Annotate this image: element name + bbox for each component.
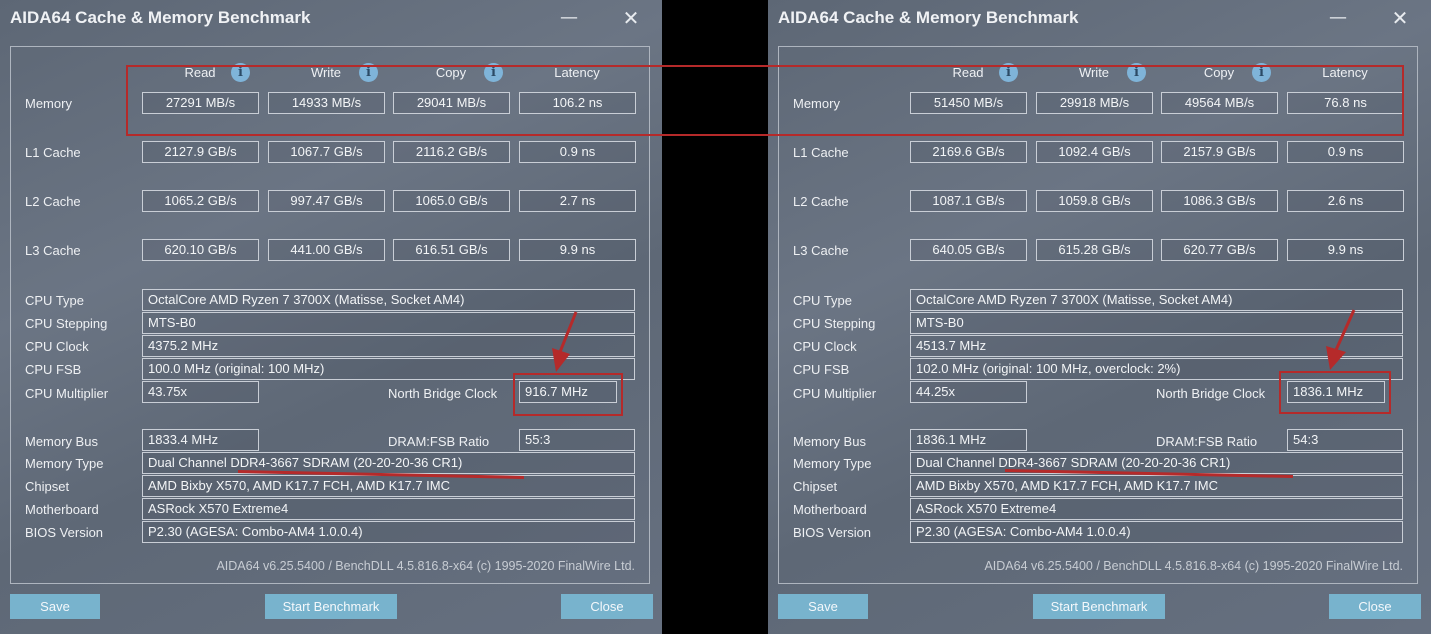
version-footer: AIDA64 v6.25.5400 / BenchDLL 4.5.816.8-x…	[216, 559, 635, 573]
save-button[interactable]: Save	[778, 594, 868, 619]
annotation-arrow-right	[1326, 309, 1356, 370]
close-button[interactable]: Close	[1329, 594, 1421, 619]
close-icon[interactable]: ✕	[1387, 6, 1413, 30]
close-button[interactable]: Close	[561, 594, 653, 619]
title-bar[interactable]: AIDA64 Cache & Memory Benchmark — ✕	[768, 0, 1431, 40]
close-icon[interactable]: ✕	[618, 6, 644, 30]
start-benchmark-button[interactable]: Start Benchmark	[265, 594, 397, 619]
start-benchmark-button[interactable]: Start Benchmark	[1033, 594, 1165, 619]
annotation-nb-clock-box-right	[1279, 371, 1391, 414]
annotation-arrow-left	[552, 311, 578, 372]
title-bar[interactable]: AIDA64 Cache & Memory Benchmark — ✕	[0, 0, 662, 40]
annotation-nb-clock-box-left	[513, 373, 623, 416]
minimize-icon[interactable]: —	[1325, 6, 1351, 30]
minimize-icon[interactable]: —	[556, 6, 582, 30]
window-title: AIDA64 Cache & Memory Benchmark	[10, 8, 311, 27]
window-title: AIDA64 Cache & Memory Benchmark	[778, 8, 1079, 27]
annotation-memory-row-box	[126, 65, 1404, 136]
version-footer: AIDA64 v6.25.5400 / BenchDLL 4.5.816.8-x…	[984, 559, 1403, 573]
save-button[interactable]: Save	[10, 594, 100, 619]
